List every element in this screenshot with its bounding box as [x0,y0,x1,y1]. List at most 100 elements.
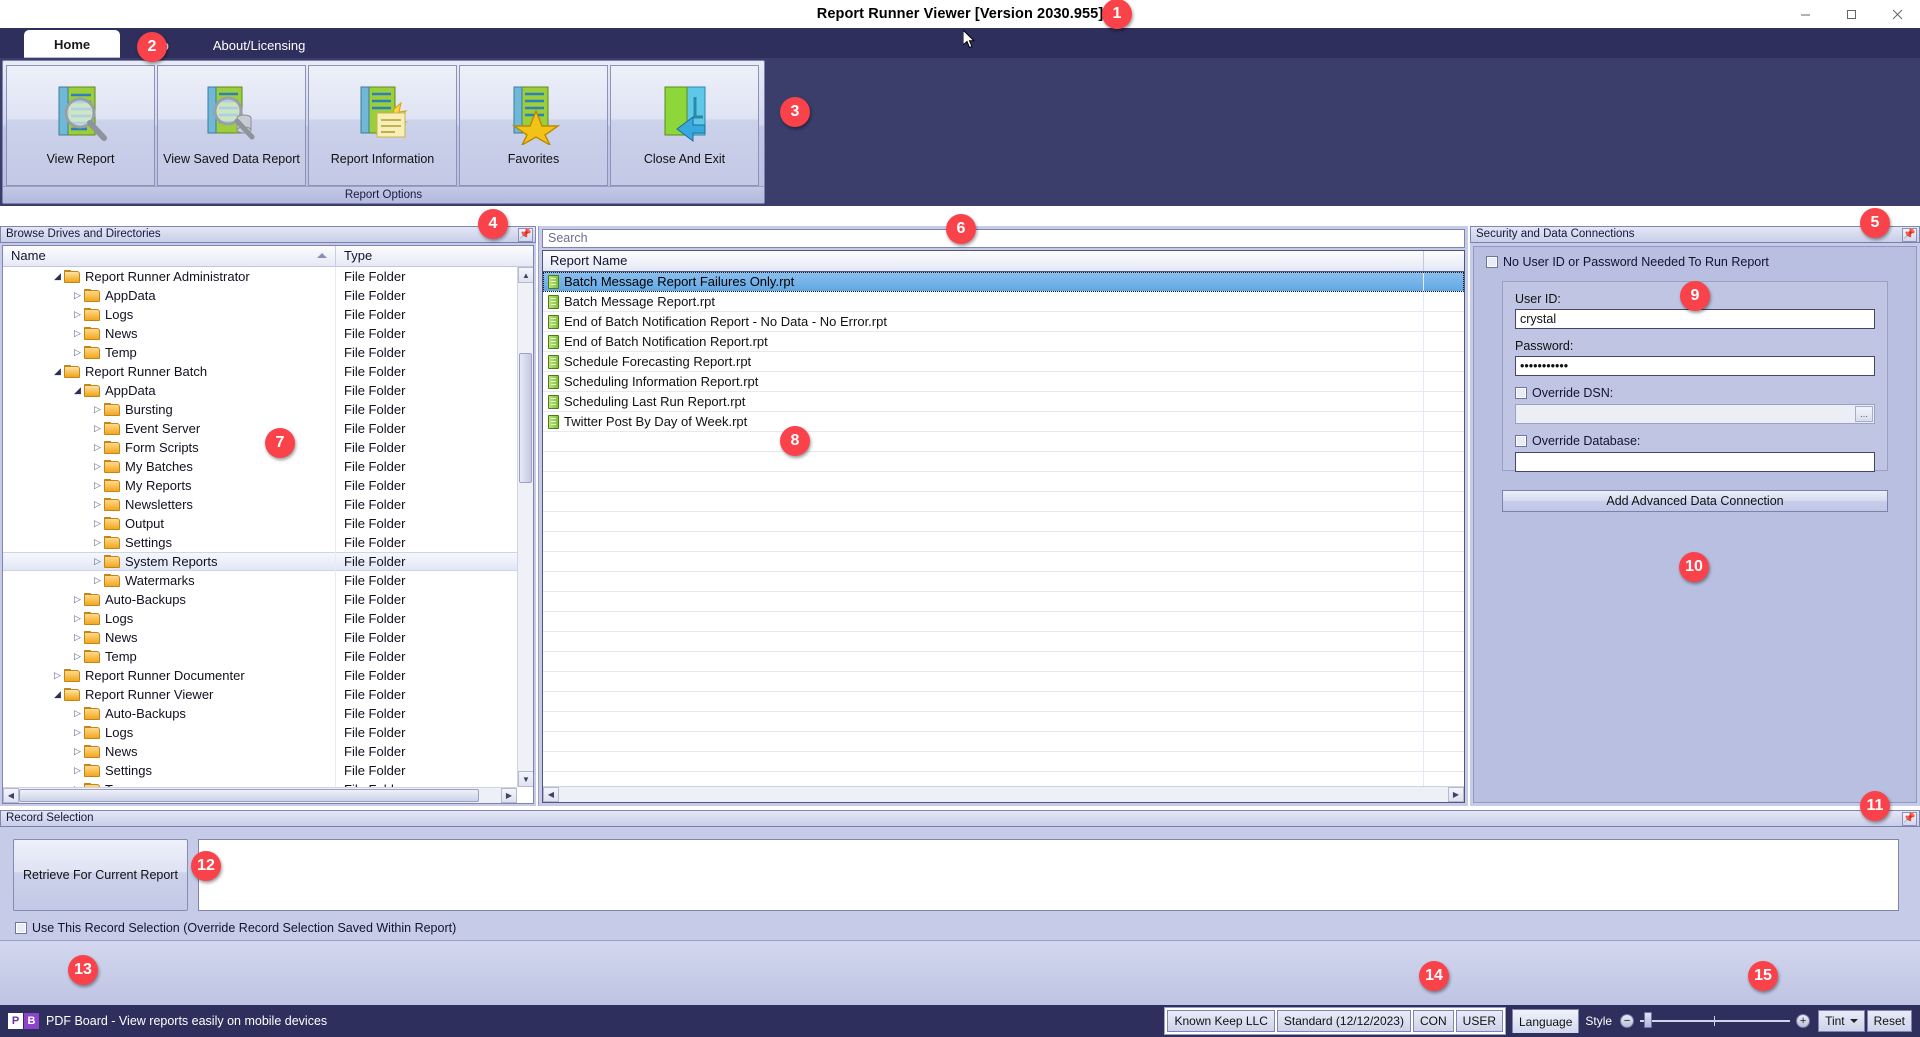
reset-button[interactable]: Reset [1866,1010,1912,1032]
tree-row[interactable]: ▷ Temp File Folder [3,647,533,666]
scroll-down-icon[interactable]: ▼ [518,771,533,787]
ribbon-button-view-saved-data-report[interactable]: View Saved Data Report [157,65,306,186]
ribbon-tab-home[interactable]: Home [24,30,121,58]
pin-icon[interactable]: 📌 [518,228,533,242]
expand-collapse-open-icon[interactable]: ◢ [51,271,64,282]
report-grid-horizontal-scrollbar[interactable]: ◀ ▶ [543,786,1464,802]
user-id-field[interactable]: crystal [1515,309,1875,329]
grid-scroll-right-icon[interactable]: ▶ [1448,787,1464,802]
expand-collapse-open-icon[interactable]: ◢ [71,385,84,396]
zoom-in-icon[interactable]: + [1796,1014,1811,1028]
expand-collapse-closed-icon[interactable]: ▷ [71,746,84,757]
report-grid[interactable]: Report Name Batch Message Report Failure… [542,250,1465,803]
expand-collapse-closed-icon[interactable]: ▷ [91,480,104,491]
ribbon-button-view-report[interactable]: View Report [6,65,155,186]
report-row[interactable]: Scheduling Information Report.rpt [543,371,1464,392]
expand-collapse-closed-icon[interactable]: ▷ [51,670,64,681]
ribbon-button-favorites[interactable]: Favorites [459,65,608,186]
tree-row[interactable]: ▷ Bursting File Folder [3,400,533,419]
ribbon-tab-about-licensing[interactable]: About/Licensing [191,32,328,58]
report-row[interactable]: Schedule Forecasting Report.rpt [543,351,1464,372]
search-input[interactable]: Search [542,229,1465,248]
use-record-selection-checkbox[interactable]: Use This Record Selection (Override Reco… [15,921,456,935]
tree-row[interactable]: ▷ My Batches File Folder [3,457,533,476]
maximize-icon[interactable] [1828,0,1874,28]
tree-row[interactable]: ▷ News File Folder [3,628,533,647]
tree-row[interactable]: ▷ Auto-Backups File Folder [3,590,533,609]
license-owner-button[interactable]: Known Keep LLC [1167,1010,1275,1032]
report-row[interactable]: Batch Message Report.rpt [543,291,1464,312]
scroll-left-icon[interactable]: ◀ [3,788,19,803]
tree-row[interactable]: ▷ Newsletters File Folder [3,495,533,514]
tree-row[interactable]: ◢ Report Runner Batch File Folder [3,362,533,381]
minimize-icon[interactable] [1782,0,1828,28]
expand-collapse-closed-icon[interactable]: ▷ [71,651,84,662]
tree-column-type[interactable]: Type [336,246,533,266]
scroll-right-icon[interactable]: ▶ [501,788,517,803]
no-user-id-checkbox[interactable]: No User ID or Password Needed To Run Rep… [1486,255,1769,269]
ribbon-button-close-and-exit[interactable]: Close And Exit [610,65,759,186]
tree-row[interactable]: ▷ Logs File Folder [3,609,533,628]
tree-row[interactable]: ▷ Logs File Folder [3,305,533,324]
scroll-up-icon[interactable]: ▲ [518,267,533,283]
tree-row[interactable]: ▷ AppData File Folder [3,286,533,305]
override-dsn-checkbox[interactable]: Override DSN: [1515,386,1613,400]
language-tab[interactable]: Language [1512,1009,1580,1033]
tree-row[interactable]: ◢ AppData File Folder [3,381,533,400]
expand-collapse-closed-icon[interactable]: ▷ [71,708,84,719]
expand-collapse-closed-icon[interactable]: ▷ [71,765,84,776]
grid-scroll-left-icon[interactable]: ◀ [543,787,559,802]
user-button[interactable]: USER [1455,1010,1503,1032]
expand-collapse-closed-icon[interactable]: ▷ [91,442,104,453]
tree-row[interactable]: ▷ News File Folder [3,742,533,761]
scrollbar-thumb[interactable] [519,353,532,483]
tree-row[interactable]: ▷ Output File Folder [3,514,533,533]
report-row[interactable]: Twitter Post By Day of Week.rpt [543,411,1464,432]
expand-collapse-closed-icon[interactable]: ▷ [91,556,104,567]
con-button[interactable]: CON [1412,1010,1454,1032]
expand-collapse-closed-icon[interactable]: ▷ [71,328,84,339]
expand-collapse-closed-icon[interactable]: ▷ [91,404,104,415]
override-database-field[interactable] [1515,452,1875,472]
add-advanced-data-connection-button[interactable]: Add Advanced Data Connection [1502,490,1888,512]
expand-collapse-closed-icon[interactable]: ▷ [71,632,84,643]
override-dsn-field[interactable]: ... [1515,404,1875,424]
tree-row[interactable]: ▷ Temp File Folder [3,343,533,362]
tree-vertical-scrollbar[interactable]: ▲ ▼ [517,267,533,787]
report-row[interactable]: Batch Message Report Failures Only.rpt [543,272,1464,292]
report-row[interactable]: End of Batch Notification Report - No Da… [543,311,1464,332]
pin-icon[interactable]: 📌 [1902,228,1917,242]
expand-collapse-closed-icon[interactable]: ▷ [91,537,104,548]
directory-tree[interactable]: Name Type ◢ Report Runner Administrator Fi… [2,245,534,804]
expand-collapse-closed-icon[interactable]: ▷ [91,461,104,472]
tree-row[interactable]: ▷ News File Folder [3,324,533,343]
expand-collapse-closed-icon[interactable]: ▷ [71,727,84,738]
retrieve-for-current-report-button[interactable]: Retrieve For Current Report [13,839,188,911]
zoom-track[interactable] [1640,1012,1791,1028]
tree-row[interactable]: ▷ My Reports File Folder [3,476,533,495]
expand-collapse-closed-icon[interactable]: ▷ [71,309,84,320]
report-extra-column-header[interactable] [1424,251,1464,271]
expand-collapse-closed-icon[interactable]: ▷ [91,423,104,434]
tree-row[interactable]: ◢ Report Runner Viewer File Folder [3,685,533,704]
password-field[interactable]: ••••••••••• [1515,356,1875,376]
tree-row[interactable]: ▷ Settings File Folder [3,533,533,552]
override-database-checkbox[interactable]: Override Database: [1515,434,1640,448]
hscrollbar-thumb[interactable] [19,789,479,802]
tree-row[interactable]: ▷ Settings File Folder [3,761,533,780]
expand-collapse-open-icon[interactable]: ◢ [51,366,64,377]
pdf-board-promo[interactable]: P B PDF Board - View reports easily on m… [8,1013,327,1029]
report-row[interactable]: Scheduling Last Run Report.rpt [543,391,1464,412]
browse-ellipsis-button[interactable]: ... [1855,406,1873,422]
record-selection-formula-input[interactable] [198,839,1899,911]
tree-row[interactable]: ▷ System Reports File Folder [3,552,533,571]
license-edition-button[interactable]: Standard (12/12/2023) [1276,1010,1411,1032]
expand-collapse-open-icon[interactable]: ◢ [51,689,64,700]
expand-collapse-closed-icon[interactable]: ▷ [91,518,104,529]
ribbon-button-report-information[interactable]: Report Information [308,65,457,186]
tree-row[interactable]: ▷ Watermarks File Folder [3,571,533,590]
report-row[interactable]: End of Batch Notification Report.rpt [543,331,1464,352]
tree-column-name[interactable]: Name [3,246,336,266]
expand-collapse-closed-icon[interactable]: ▷ [71,594,84,605]
report-name-column-header[interactable]: Report Name [543,251,1424,271]
